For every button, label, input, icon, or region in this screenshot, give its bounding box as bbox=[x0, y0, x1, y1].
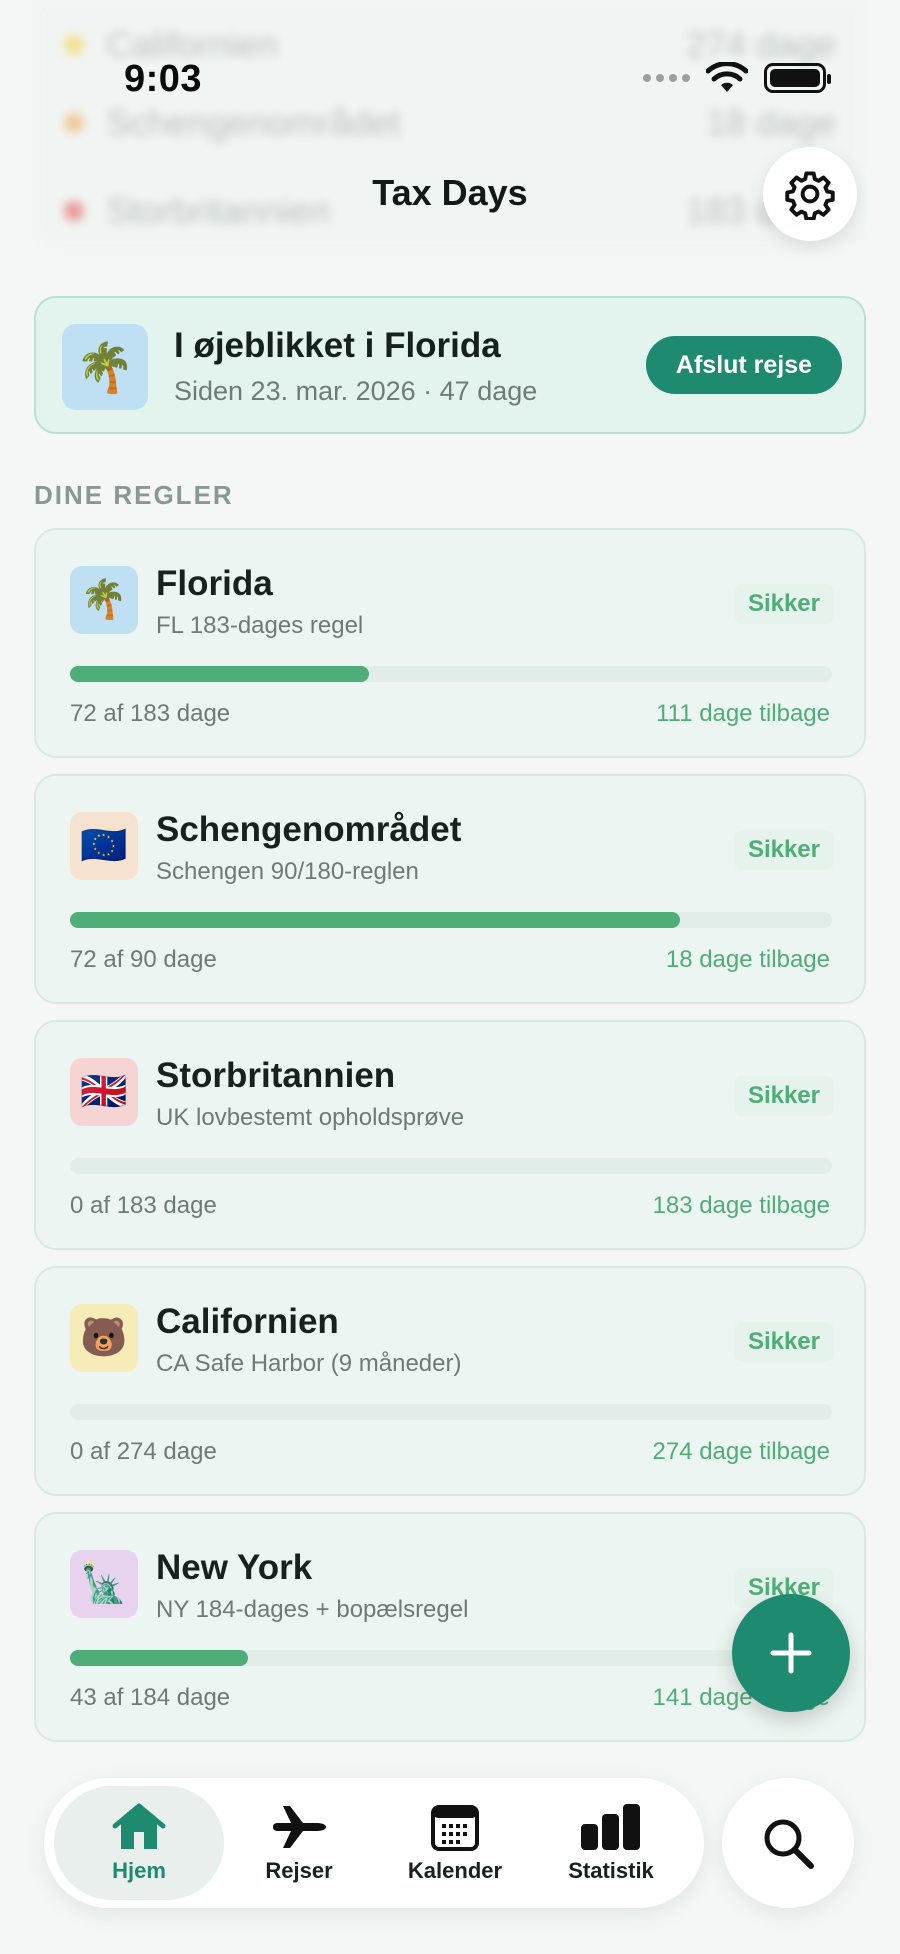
rule-card-schengen[interactable]: 🇪🇺 Schengenområdet Schengen 90/180-regle… bbox=[34, 774, 866, 1004]
tab-bar: Hjem Rejser Kalender Statistik bbox=[44, 1778, 704, 1908]
current-location-subtitle: Siden 23. mar. 2026 · 47 dage bbox=[174, 376, 538, 406]
progress-fill bbox=[70, 1650, 249, 1666]
status-time: 9:03 bbox=[124, 58, 203, 100]
search-button[interactable] bbox=[722, 1778, 854, 1908]
progress-bar bbox=[70, 666, 832, 682]
bear-icon: 🐻 bbox=[70, 1304, 138, 1372]
days-used: 72 af 90 dage bbox=[70, 946, 217, 973]
rule-title: Florida bbox=[156, 564, 273, 603]
days-remaining: 183 dage tilbage bbox=[652, 1192, 831, 1219]
battery-icon bbox=[764, 63, 831, 93]
days-used: 72 af 183 dage bbox=[70, 700, 231, 727]
gear-icon bbox=[785, 171, 835, 220]
section-label: DINE REGLER bbox=[34, 480, 234, 510]
tab-label: Kalender bbox=[407, 1858, 503, 1883]
tab-label: Hjem bbox=[112, 1858, 166, 1883]
scrolled-content-backdrop: Californien 274 dage Schengenområdet 18 … bbox=[34, 0, 866, 252]
ghost-dot bbox=[64, 35, 84, 55]
status-badge: Sikker bbox=[733, 1076, 834, 1116]
tab-calendar[interactable]: Kalender bbox=[370, 1786, 540, 1900]
add-button[interactable] bbox=[732, 1594, 850, 1712]
rule-title: Schengenområdet bbox=[156, 810, 462, 849]
palm-tree-icon: 🌴 bbox=[62, 324, 148, 410]
status-icons bbox=[643, 62, 831, 94]
calendar-icon bbox=[431, 1805, 479, 1851]
progress-fill bbox=[70, 912, 680, 928]
days-remaining: 111 dage tilbage bbox=[656, 700, 830, 727]
ghost-dot bbox=[64, 113, 84, 133]
ghost-value: 18 dage bbox=[705, 102, 836, 143]
days-used: 43 af 184 dage bbox=[70, 1684, 231, 1711]
rule-title: New York bbox=[156, 1548, 313, 1587]
ghost-value: 274 dage bbox=[685, 24, 836, 65]
cellular-signal-icon bbox=[643, 74, 690, 82]
rule-subtitle: Schengen 90/180-reglen bbox=[156, 858, 419, 885]
search-icon bbox=[764, 1819, 814, 1869]
progress-bar bbox=[70, 1650, 832, 1666]
end-trip-button[interactable]: Afslut rejse bbox=[646, 336, 842, 394]
tab-trips[interactable]: Rejser bbox=[214, 1786, 384, 1900]
ghost-label: Schengenområdet bbox=[106, 102, 401, 143]
rule-subtitle: CA Safe Harbor (9 måneder) bbox=[156, 1350, 462, 1377]
status-badge: Sikker bbox=[733, 1322, 834, 1362]
current-location-banner: 🌴 I øjeblikket i Florida Siden 23. mar. … bbox=[34, 296, 866, 434]
home-icon bbox=[112, 1803, 166, 1849]
days-remaining: 18 dage tilbage bbox=[665, 946, 830, 973]
progress-bar bbox=[70, 1158, 832, 1174]
progress-bar bbox=[70, 912, 832, 928]
eu-flag-icon: 🇪🇺 bbox=[70, 812, 138, 880]
rule-subtitle: NY 184-dages + bopælsregel bbox=[156, 1596, 469, 1623]
bar-chart-icon bbox=[581, 1804, 640, 1850]
airplane-icon bbox=[273, 1806, 326, 1848]
ghost-row: Schengenområdet bbox=[64, 102, 400, 144]
rule-title: Storbritannien bbox=[156, 1056, 396, 1095]
progress-bar bbox=[70, 1404, 832, 1420]
tab-label: Statistik bbox=[568, 1858, 654, 1883]
days-remaining: 274 dage tilbage bbox=[652, 1438, 831, 1465]
statue-of-liberty-icon: 🗽 bbox=[70, 1550, 138, 1618]
rule-card-florida[interactable]: 🌴 Florida FL 183-dages regel Sikker 72 a… bbox=[34, 528, 866, 758]
tab-label: Rejser bbox=[265, 1858, 333, 1883]
settings-button[interactable] bbox=[763, 147, 857, 241]
progress-fill bbox=[70, 666, 370, 682]
palm-tree-icon: 🌴 bbox=[70, 566, 138, 634]
rule-subtitle: FL 183-dages regel bbox=[156, 612, 364, 639]
wifi-icon bbox=[706, 62, 748, 92]
current-location-title: I øjeblikket i Florida bbox=[174, 326, 501, 365]
rule-subtitle: UK lovbestemt opholdsprøve bbox=[156, 1104, 465, 1131]
status-badge: Sikker bbox=[733, 584, 834, 624]
status-badge: Sikker bbox=[733, 830, 834, 870]
rule-card-california[interactable]: 🐻 Californien CA Safe Harbor (9 måneder)… bbox=[34, 1266, 866, 1496]
days-used: 0 af 274 dage bbox=[70, 1438, 217, 1465]
uk-flag-icon: 🇬🇧 bbox=[70, 1058, 138, 1126]
rule-title: Californien bbox=[156, 1302, 339, 1341]
tab-home[interactable]: Hjem bbox=[54, 1786, 224, 1900]
plus-icon bbox=[770, 1632, 812, 1674]
rule-card-uk[interactable]: 🇬🇧 Storbritannien UK lovbestemt opholdsp… bbox=[34, 1020, 866, 1250]
tab-statistics[interactable]: Statistik bbox=[526, 1786, 696, 1900]
days-used: 0 af 183 dage bbox=[70, 1192, 217, 1219]
